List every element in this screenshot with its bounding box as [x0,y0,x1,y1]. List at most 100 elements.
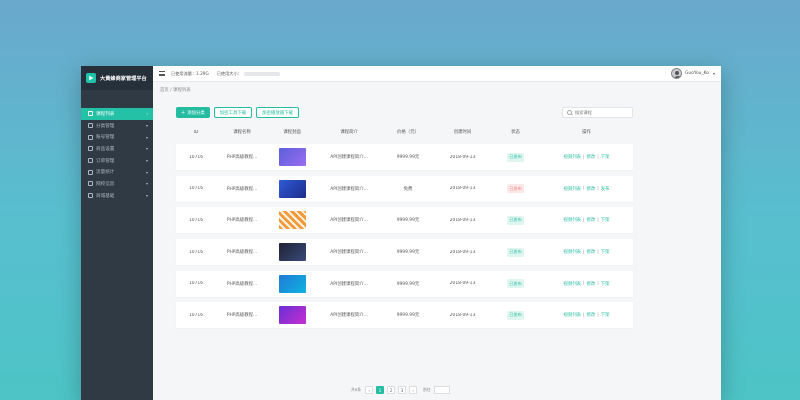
page-button[interactable]: 1 [376,386,385,394]
sidebar-item-label: 网校信息 [96,181,115,187]
video-list-link[interactable]: 视频列表 [563,217,581,223]
status-cell: 已发布 [491,310,540,320]
action-separator: | [583,186,585,192]
course-name: PHP高级教程... [226,281,258,287]
edit-link[interactable]: 修改 [586,217,595,223]
user-menu[interactable]: GuoYou_Ko ▾ [671,68,715,79]
video-list-link[interactable]: 视频列表 [563,154,581,160]
sidebar-item-label: 课程列表 [96,111,115,117]
edit-link[interactable]: 修改 [586,186,595,192]
chevron-icon: ▾ [145,181,148,187]
brand-title: 大黄蜂商家管理平台 [100,75,147,82]
action-separator: | [597,249,599,255]
column-header: 课程名称 [233,130,251,135]
sidebar-item[interactable]: 账号管理 ▾ [81,131,153,143]
table-row: 10716 PHP高级教程... API创建课程简介... 9999.99元 2018-… [176,270,633,297]
search-box[interactable] [562,107,633,118]
action-separator: | [597,312,599,318]
row-actions: 视频列表 | 修改 | 下架 [563,217,610,224]
course-id: 10716 [189,186,203,192]
sidebar-item[interactable]: 流量统计 ▾ [81,166,153,178]
download-player-button[interactable]: 加密播放器下载 [256,107,299,118]
sidebar-item-label: 分类管理 [96,123,115,129]
publish-toggle-link[interactable]: 下架 [601,249,610,255]
search-input[interactable] [575,110,630,115]
nav-item-icon [88,193,93,199]
sidebar-item[interactable]: 商城基础 ▾ [81,190,153,202]
course-name: PHP高级教程... [226,155,258,160]
video-list-link[interactable]: 视频列表 [563,312,581,318]
course-intro: API创建课程简介... [330,155,368,160]
column-header: 课程封面 [283,130,301,135]
sidebar-item[interactable]: 课程列表 › [81,108,153,120]
sidebar-item[interactable]: 商品设置 ▾ [81,143,153,155]
sidebar-item[interactable]: 分类管理 ▾ [81,120,153,132]
table-row: 10716 PHP高级教程... API创建课程简介... 9999.99元 2018-… [176,239,633,266]
publish-toggle-link[interactable]: 下架 [601,217,610,223]
add-category-button[interactable]: + 添加分类 [176,107,210,118]
play-logo-icon [86,73,96,83]
video-list-link[interactable]: 视频列表 [563,281,581,287]
edit-link[interactable]: 修改 [586,281,595,287]
course-cover-image [278,211,306,230]
course-cover-image [278,274,306,293]
course-intro: API创建课程简介... [330,186,368,192]
created-date: 2018-09-13 [449,186,476,192]
course-name: PHP高级教程... [226,186,258,192]
search-icon [567,110,572,115]
chevron-down-icon[interactable]: ▾ [713,71,715,76]
course-cover-cell [268,179,316,198]
topbar: 已使用流量：1.29G 已使用大小： GuoYou_Ko ▾ [153,66,721,82]
username[interactable]: GuoYou_Ko [685,71,709,76]
edit-link[interactable]: 修改 [586,154,595,160]
operations-cell: 视频列表 | 修改 | 下架 [540,281,633,287]
nav-item-icon [88,111,93,117]
publish-toggle-link[interactable]: 下架 [601,312,610,318]
status-badge: 已发布 [506,310,525,320]
table-body: 10716 PHP高级教程... API创建课程简介... 9999.99元 2018-… [176,144,633,334]
main-area: 已使用流量：1.29G 已使用大小： GuoYou_Ko ▾ 首页 / 课程列表… [153,66,721,400]
operations-cell: 视频列表 | 修改 | 下架 [540,312,633,319]
created-date: 2018-09-13 [449,312,476,318]
edit-link[interactable]: 修改 [586,249,595,255]
avatar[interactable] [671,68,682,79]
page-button[interactable]: 3 [398,386,407,394]
status-badge: 已发布 [506,184,525,194]
goto-page-input[interactable] [433,386,450,394]
brand: 大黄蜂商家管理平台 [81,66,153,90]
traffic-label: 已使用流量： [171,70,197,76]
video-list-link[interactable]: 视频列表 [563,186,581,192]
video-list-link[interactable]: 视频列表 [563,249,581,255]
course-price: 9999.99元 [396,281,420,287]
storage-label: 已使用大小： [216,70,242,76]
pagination: 共6条 ‹ 1 2 3 › 前往 [351,386,450,394]
status-badge: 已发布 [506,152,525,162]
nav-item-icon [88,134,93,140]
status-badge: 已发布 [506,279,525,289]
menu-toggle-icon[interactable] [159,71,165,76]
publish-toggle-link[interactable]: 下架 [601,281,610,287]
app-window: 大黄蜂商家管理平台 课程列表 › 分类管理 ▾ 账号管理 ▾ 商品设置 ▾ 订单管理 ▾ 流量统计 ▾… [81,66,721,400]
course-cover-image [278,148,306,166]
next-page-button[interactable]: › [409,386,418,394]
action-separator: | [583,154,585,160]
sidebar-item-label: 商城基础 [96,193,115,199]
course-id: 10716 [189,217,203,223]
download-tool-button[interactable]: 加密工具下载 [213,107,253,118]
prev-page-button[interactable]: ‹ [365,386,374,394]
chevron-icon: ▾ [145,134,148,140]
sidebar-item[interactable]: 订单管理 ▾ [81,155,153,167]
course-id: 10716 [189,281,203,287]
action-separator: | [583,217,585,223]
sidebar-item[interactable]: 网校信息 ▾ [81,178,153,190]
edit-link[interactable]: 修改 [586,312,595,318]
publish-toggle-link[interactable]: 下架 [601,154,610,160]
course-cover-cell [268,306,316,325]
publish-toggle-link[interactable]: 发布 [601,186,610,192]
created-date: 2018-09-13 [449,154,476,160]
course-name: PHP高级教程... [226,250,258,256]
course-price: 免费 [403,186,413,192]
course-cover-image [278,179,306,198]
page-button[interactable]: 2 [387,386,396,394]
column-header: ID [193,129,199,135]
